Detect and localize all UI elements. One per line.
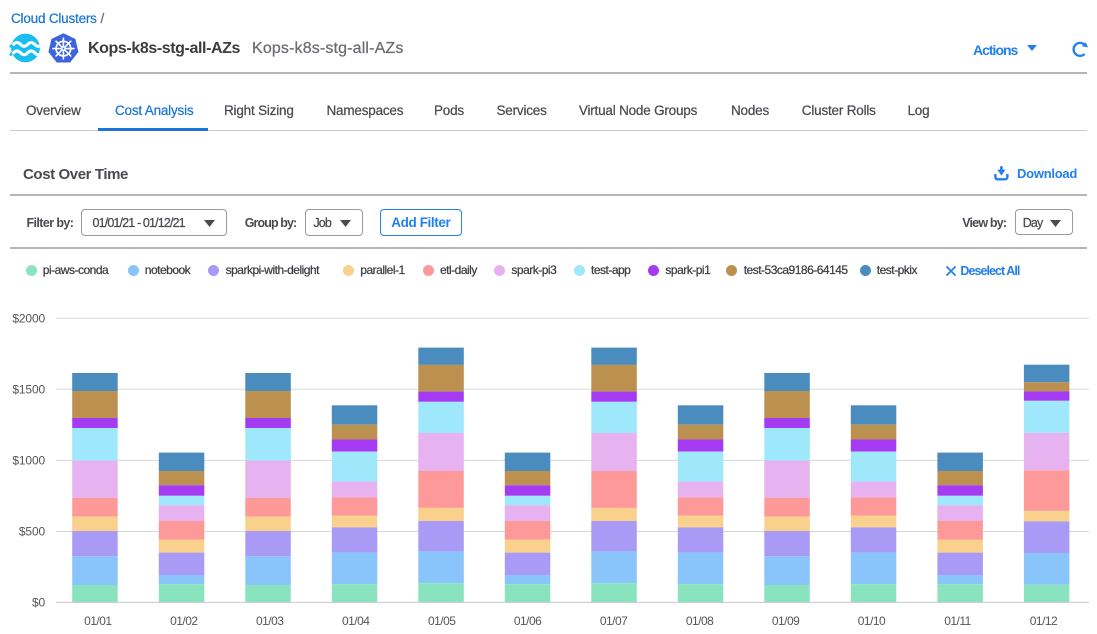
svg-text:$2000: $2000 [12,311,45,325]
svg-text:01/05: 01/05 [428,614,456,628]
svg-text:01/12: 01/12 [1030,614,1058,628]
svg-text:01/01: 01/01 [84,614,112,628]
svg-text:01/02: 01/02 [170,614,198,628]
svg-text:01/07: 01/07 [600,614,628,628]
svg-text:$1000: $1000 [12,454,45,468]
svg-text:01/06: 01/06 [514,614,542,628]
svg-text:01/04: 01/04 [342,614,370,628]
svg-text:01/10: 01/10 [858,614,886,628]
svg-text:$1500: $1500 [12,383,45,397]
svg-text:01/08: 01/08 [686,614,714,628]
svg-text:01/09: 01/09 [772,614,800,628]
svg-text:01/03: 01/03 [256,614,284,628]
svg-text:$500: $500 [19,525,46,539]
svg-text:01/11: 01/11 [944,614,971,628]
svg-text:$0: $0 [32,596,46,610]
